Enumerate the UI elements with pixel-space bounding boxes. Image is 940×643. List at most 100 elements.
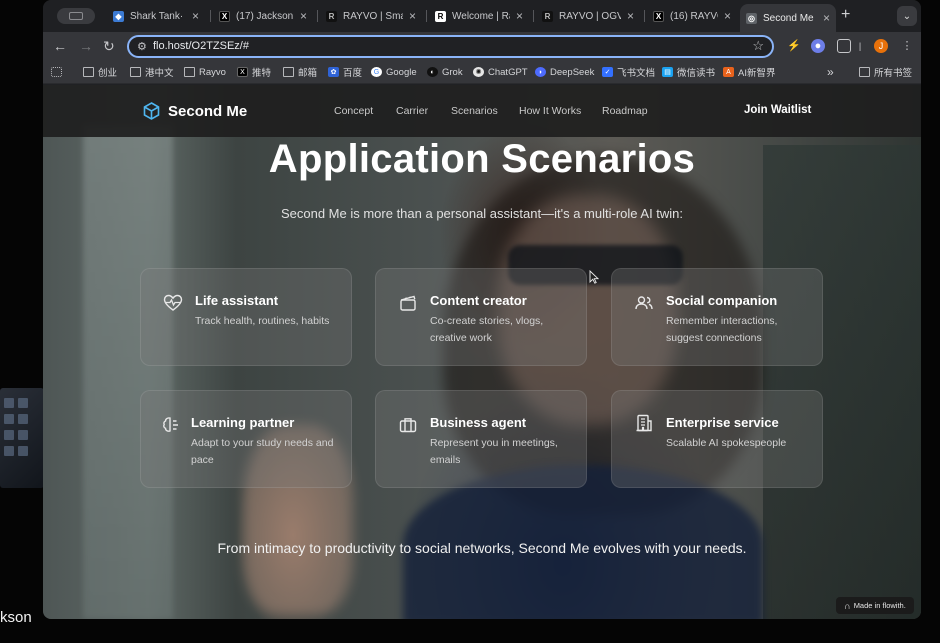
scenario-card-social-companion[interactable]: Social companion Remember interactions, … [611,268,823,366]
tab-title: Shark Tank· [130,10,184,22]
close-icon[interactable]: × [724,9,731,23]
close-icon[interactable]: × [823,11,830,25]
brand-logo[interactable]: Second Me [143,102,247,120]
bookmark-item[interactable]: 港中文 [130,64,174,80]
scenario-card-learning-partner[interactable]: Learning partner Adapt to your study nee… [140,390,352,488]
nav-how-it-works[interactable]: How It Works [519,105,581,117]
card-description: Represent you in meetings, emails [430,437,558,466]
bookmark-item[interactable]: X 推特 [237,64,271,80]
close-icon[interactable]: × [627,9,634,23]
nav-roadmap[interactable]: Roadmap [602,105,648,117]
bookmark-label: 港中文 [145,68,174,79]
bookmark-item[interactable]: A AI新智界 [723,64,775,80]
bookmark-item[interactable]: ✺ ChatGPT [473,64,528,80]
new-tab-icon[interactable]: + [841,6,850,24]
nav-carrier[interactable]: Carrier [396,105,428,117]
scenario-card-life-assistant[interactable]: Life assistant Track health, routines, h… [140,268,352,366]
site-info-icon[interactable]: ⚙ [137,40,147,53]
forward-arrow-icon[interactable]: → [79,38,93,54]
close-icon[interactable]: × [516,9,523,23]
google-icon: G [371,67,382,77]
bookmark-label: 推特 [252,68,272,79]
bookmark-item[interactable]: G Google [371,64,417,80]
bookmark-item[interactable]: 邮箱 [283,64,317,80]
baidu-paw-icon: ✿ [328,67,339,77]
bookmark-item[interactable]: ✓ 飞书文档 [602,64,655,80]
weread-icon: ▤ [662,67,673,77]
nav-scenarios[interactable]: Scenarios [451,105,498,117]
card-title: Content creator [430,293,527,308]
close-icon[interactable]: × [192,9,199,23]
tab-jackson[interactable]: X (17) Jackson × [213,5,313,27]
back-arrow-icon[interactable]: ← [53,38,67,54]
chatgpt-icon: ✺ [473,67,484,77]
bookmark-label: 百度 [343,68,363,79]
bookmark-star-icon[interactable]: ☆ [752,38,764,54]
address-bar[interactable]: ⚙ flo.host/O2TZSEz/# ☆ [127,35,774,58]
close-icon[interactable]: × [409,9,416,23]
url-text[interactable]: flo.host/O2TZSEz/# [153,40,249,52]
bookmarks-overflow-chevron[interactable]: » [827,64,834,80]
bookmark-label: AI新智界 [738,68,776,79]
folder-icon [283,67,294,77]
tab-rayvo-x[interactable]: X (16) RAYVO | × [647,5,737,27]
cube-icon [143,102,160,120]
feishu-doc-icon: ✓ [602,67,613,77]
shield-icon: ◆ [113,10,124,22]
tab-second-me[interactable]: ◎ Second Me | × [740,4,836,32]
apps-grid-icon[interactable] [51,64,66,80]
bookmark-item[interactable]: 创业 [83,64,117,80]
bookmarks-bar: 创业 港中文 Rayvo X 推特 邮箱 ✿ 百度 G Google ◐ Grok ✺ C… [43,60,921,84]
card-title: Social companion [666,293,778,308]
bookmark-item[interactable]: ✿ 百度 [328,64,362,80]
tab-title: RAYVO | OGV [559,10,621,22]
x-logo-icon: X [653,10,664,22]
nav-concept[interactable]: Concept [334,105,373,117]
close-icon[interactable]: × [300,9,307,23]
background-window-thumbnail[interactable] [0,388,44,488]
clapperboard-icon [400,295,416,311]
building-icon [636,414,652,432]
card-title: Business agent [430,415,527,430]
chevron-down-icon[interactable]: ⌄ [897,6,917,26]
scenario-card-enterprise-service[interactable]: Enterprise service Scalable AI spokespeo… [611,390,823,488]
bookmark-label: ChatGPT [488,66,528,78]
card-description: Scalable AI spokespeople [666,437,787,449]
card-description: Track health, routines, habits [195,315,330,327]
tab-rayvo-sma[interactable]: R RAYVO | Sma × [320,5,422,27]
tab-rayvo-ogv[interactable]: R RAYVO | OGV × [536,5,640,27]
page-subtitle: Second Me is more than a personal assist… [280,206,684,221]
bookmark-label: 创业 [98,68,118,79]
bookmark-item[interactable]: ◗ DeepSeek [535,64,594,80]
scenario-card-business-agent[interactable]: Business agent Represent you in meetings… [375,390,587,488]
extension-bubble-icon[interactable]: ● [811,39,825,53]
bookmark-label: Rayvo [199,66,226,78]
tab-title: Welcome | Ra [452,10,510,22]
made-in-flowith-badge[interactable]: ∩ Made in flowith. [836,597,914,614]
profile-avatar[interactable]: J [874,39,888,53]
card-description: Co-create stories, vlogs, creative work [430,315,544,344]
bookmark-label: DeepSeek [550,66,595,78]
kebab-menu-icon[interactable]: ⋮ [900,39,914,53]
folder-icon [130,67,141,77]
brain-icon [163,417,178,432]
bookmark-item[interactable]: ▤ 微信读书 [662,64,715,80]
tab-search-toggle[interactable] [57,8,95,24]
tab-title: (17) Jackson [236,10,294,22]
bookmark-item[interactable]: ◐ Grok [427,64,463,80]
scenario-card-content-creator[interactable]: Content creator Co-create stories, vlogs… [375,268,587,366]
bookmark-item[interactable]: Rayvo [184,64,226,80]
bookmark-label: 飞书文档 [617,68,656,79]
card-description: Adapt to your study needs and pace [191,437,334,466]
lightning-extension-icon[interactable]: ⚡ [787,39,801,53]
reload-icon[interactable]: ↻ [103,38,115,54]
all-bookmarks-item[interactable]: 所有书签 [859,64,912,80]
join-waitlist-button[interactable]: Join Waitlist [744,104,811,116]
puzzle-extensions-icon[interactable] [837,39,851,53]
tab-welcome[interactable]: R Welcome | Ra × [429,5,529,27]
screen: kson ◆ Shark Tank· × X (17) Jackson × R … [0,0,940,643]
grok-icon: ◐ [427,67,438,77]
tab-shark-tank[interactable]: ◆ Shark Tank· × [107,5,205,27]
brand-name: Second Me [168,102,248,120]
site-header: Second Me Concept Carrier Scenarios How … [43,85,921,137]
